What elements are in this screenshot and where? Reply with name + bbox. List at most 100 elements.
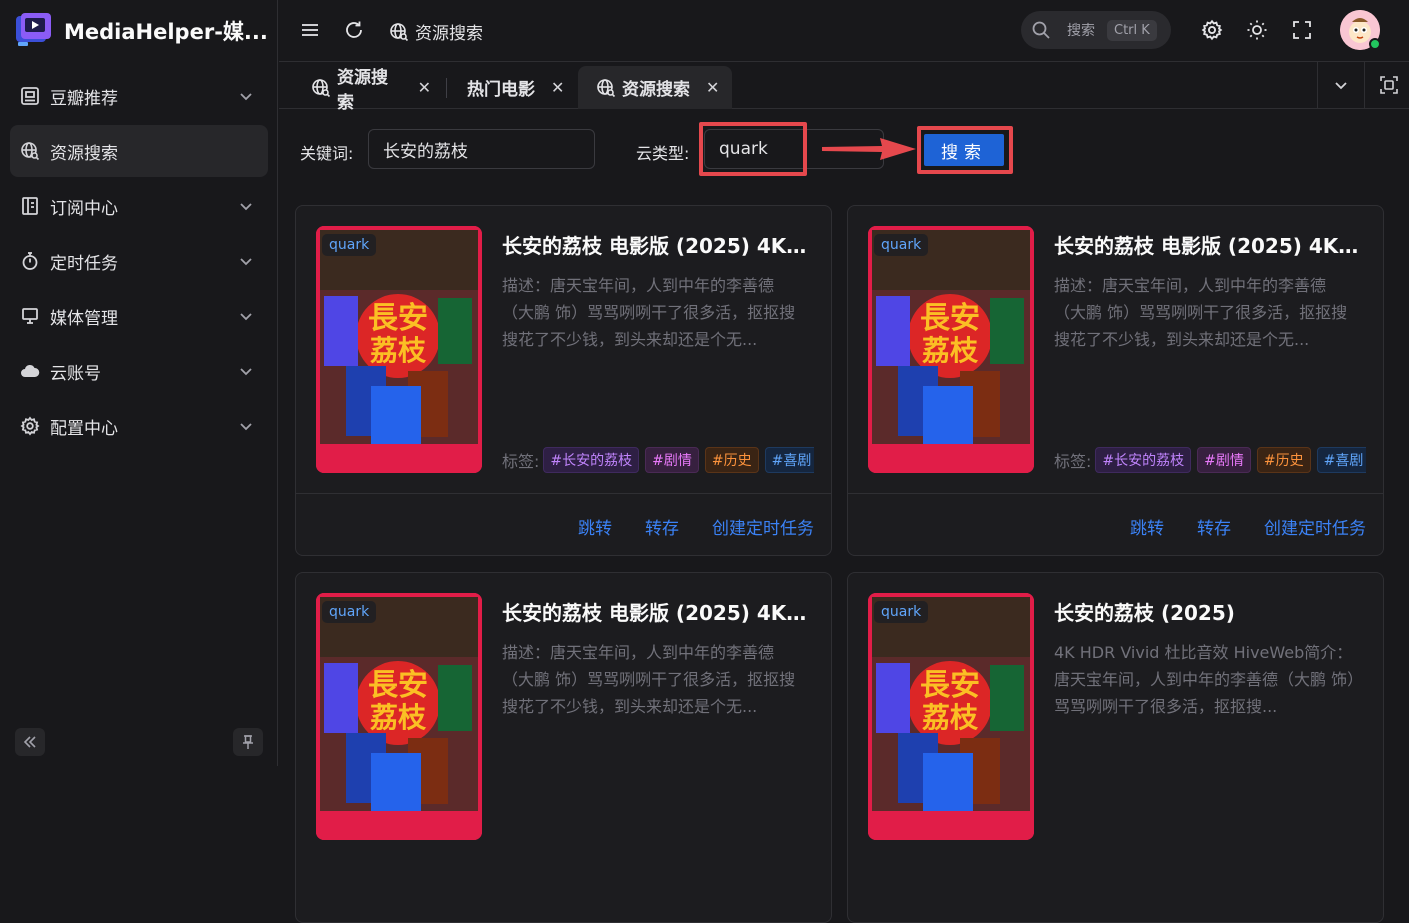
tags-label: 标签: xyxy=(502,452,540,471)
book-icon xyxy=(20,196,40,216)
card-actions: 跳转 转存 创建定时任务 xyxy=(545,514,814,539)
search-button[interactable]: 搜索 xyxy=(924,134,1004,166)
sidebar-item-cloud-account[interactable]: 云账号 xyxy=(10,345,268,397)
fullscreen-icon xyxy=(1291,19,1313,41)
result-card[interactable]: 長安荔枝 quark 长安的荔枝 电影版 (2025) 4K HDR Vivid 杜… xyxy=(295,572,832,923)
tag[interactable]: #历史 xyxy=(1256,447,1311,473)
svg-text:長安: 長安 xyxy=(920,668,980,703)
chevron-down-icon[interactable] xyxy=(1333,77,1349,93)
cloud-type-badge: quark xyxy=(874,601,929,623)
gear-icon xyxy=(1201,19,1223,41)
douban-icon xyxy=(20,86,40,106)
globe-search-icon xyxy=(389,22,415,42)
sidebar-item-label: 配置中心 xyxy=(50,418,118,439)
chevron-down-icon xyxy=(238,88,254,104)
create-task-link[interactable]: 创建定时任务 xyxy=(712,514,814,539)
tag[interactable]: #历史 xyxy=(704,447,759,473)
svg-text:長安: 長安 xyxy=(368,668,428,703)
tag-list: 标签: #长安的荔枝 #剧情 #历史 #喜剧 xyxy=(1054,446,1366,474)
tab-resource-search-2[interactable]: 资源搜索 ✕ xyxy=(578,66,732,109)
sidebar-item-scheduled-tasks[interactable]: 定时任务 xyxy=(10,235,268,287)
close-icon[interactable]: ✕ xyxy=(418,78,431,97)
sidebar-item-label: 云账号 xyxy=(50,363,101,384)
movie-poster[interactable]: 長安 荔枝 quark xyxy=(316,226,482,473)
sidebar: MediaHelper-媒... 豆瓣推荐 资源搜索 订阅中心 定时任务 媒体管… xyxy=(0,0,278,766)
tag[interactable]: #长安的荔枝 xyxy=(543,447,640,473)
movie-poster[interactable]: 長安 荔枝 quark xyxy=(316,593,482,840)
globe-search-icon xyxy=(20,141,40,161)
top-header: 资源搜索 搜索 Ctrl K xyxy=(279,0,1409,62)
cloud-type-badge: quark xyxy=(322,234,377,256)
close-icon[interactable]: ✕ xyxy=(551,78,564,97)
pin-sidebar-button[interactable] xyxy=(233,728,263,756)
card-title[interactable]: 长安的荔枝 (2025) xyxy=(1054,597,1364,626)
svg-text:長安: 長安 xyxy=(368,301,428,336)
tag-list: 标签: #长安的荔枝 #剧情 #历史 #喜剧 xyxy=(502,446,814,474)
tag[interactable]: #喜剧 xyxy=(764,447,814,473)
sidebar-item-label: 资源搜索 xyxy=(50,143,118,164)
sidebar-item-media-management[interactable]: 媒体管理 xyxy=(10,290,268,342)
result-card[interactable]: 長安荔枝 quark 长安的荔枝 电影版 (2025) 4K HDR Vivid 杜… xyxy=(295,205,832,556)
maximize-content-icon[interactable] xyxy=(1380,76,1398,94)
sidebar-item-label: 定时任务 xyxy=(50,253,118,274)
sidebar-item-label: 媒体管理 xyxy=(50,308,118,329)
keyword-input[interactable]: 长安的荔枝 xyxy=(368,129,595,169)
tag[interactable]: #剧情 xyxy=(645,447,699,473)
movie-poster[interactable]: 長安 荔枝 quark xyxy=(868,226,1034,473)
settings-button[interactable] xyxy=(1201,19,1223,41)
card-description: 描述：唐天宝年间，人到中年的李善德（大鹏 饰）骂骂咧咧干了很多活，抠抠搜搜花了不… xyxy=(502,276,796,349)
cloud-icon xyxy=(20,361,40,381)
global-search[interactable]: 搜索 Ctrl K xyxy=(1021,11,1171,49)
globe-search-icon xyxy=(596,78,616,98)
breadcrumb-label: 资源搜索 xyxy=(415,24,483,44)
tag[interactable]: #长安的荔枝 xyxy=(1095,447,1192,473)
card-divider xyxy=(296,493,831,494)
sidebar-item-settings[interactable]: 配置中心 xyxy=(10,400,268,452)
close-icon[interactable]: ✕ xyxy=(706,78,719,97)
cloud-type-badge: quark xyxy=(322,601,377,623)
tab-hot-movies[interactable]: 热门电影 ✕ xyxy=(453,66,577,109)
card-description: 4K HDR Vivid 杜比音效 HiveWeb简介：唐天宝年间，人到中年的李… xyxy=(1054,643,1356,716)
sidebar-nav: 豆瓣推荐 资源搜索 订阅中心 定时任务 媒体管理 云账号 配置中心 xyxy=(10,70,268,455)
tab-actions-divider xyxy=(1364,62,1365,109)
card-divider xyxy=(848,493,1383,494)
svg-text:長安: 長安 xyxy=(920,301,980,336)
cloud-type-highlight xyxy=(699,122,807,176)
movie-poster[interactable]: 長安 荔枝 quark xyxy=(868,593,1034,840)
search-shortcut-badge: Ctrl K xyxy=(1107,19,1157,41)
save-link[interactable]: 转存 xyxy=(1197,514,1231,539)
card-title[interactable]: 长安的荔枝 电影版 (2025) 4K HDR Vivid 杜比音效 xyxy=(502,597,812,626)
sidebar-item-douban[interactable]: 豆瓣推荐 xyxy=(10,70,268,122)
tab-resource-search-1[interactable]: 资源搜索 ✕ xyxy=(279,66,443,113)
keyword-label: 关键词: xyxy=(300,144,354,163)
svg-text:荔枝: 荔枝 xyxy=(922,701,979,734)
card-title[interactable]: 长安的荔枝 电影版 (2025) 4K HDR Vivid 杜比音效 xyxy=(1054,230,1364,259)
save-link[interactable]: 转存 xyxy=(645,514,679,539)
tag[interactable]: #喜剧 xyxy=(1316,447,1366,473)
refresh-button[interactable] xyxy=(343,19,365,41)
pin-icon xyxy=(240,734,256,750)
jump-link[interactable]: 跳转 xyxy=(1130,514,1164,539)
menu-toggle-button[interactable] xyxy=(299,19,321,41)
svg-text:荔枝: 荔枝 xyxy=(370,701,427,734)
breadcrumb[interactable]: 资源搜索 xyxy=(389,19,483,44)
create-task-link[interactable]: 创建定时任务 xyxy=(1264,514,1366,539)
sidebar-item-resource-search[interactable]: 资源搜索 xyxy=(10,125,268,177)
jump-link[interactable]: 跳转 xyxy=(578,514,612,539)
sidebar-item-subscription[interactable]: 订阅中心 xyxy=(10,180,268,232)
result-card[interactable]: 長安 荔枝 quark 长安的荔枝 (2025) 4K HDR Vivid 杜比音效 H… xyxy=(847,572,1384,923)
tab-actions xyxy=(1317,62,1409,109)
arrow-annotation xyxy=(822,138,916,160)
svg-text:荔枝: 荔枝 xyxy=(922,334,979,367)
collapse-sidebar-button[interactable] xyxy=(15,728,45,756)
theme-toggle-button[interactable] xyxy=(1246,19,1268,41)
card-title[interactable]: 长安的荔枝 电影版 (2025) 4K HDR Vivid 杜比音效 xyxy=(502,230,812,259)
chevron-down-icon xyxy=(238,253,254,269)
fullscreen-button[interactable] xyxy=(1291,19,1313,41)
search-placeholder: 搜索 xyxy=(1067,23,1095,39)
result-card[interactable]: 長安荔枝 quark 长安的荔枝 电影版 (2025) 4K HDR Vivid 杜… xyxy=(847,205,1384,556)
sun-icon xyxy=(1246,19,1268,41)
tab-divider xyxy=(446,78,447,98)
timer-icon xyxy=(20,251,40,271)
tag[interactable]: #剧情 xyxy=(1197,447,1251,473)
